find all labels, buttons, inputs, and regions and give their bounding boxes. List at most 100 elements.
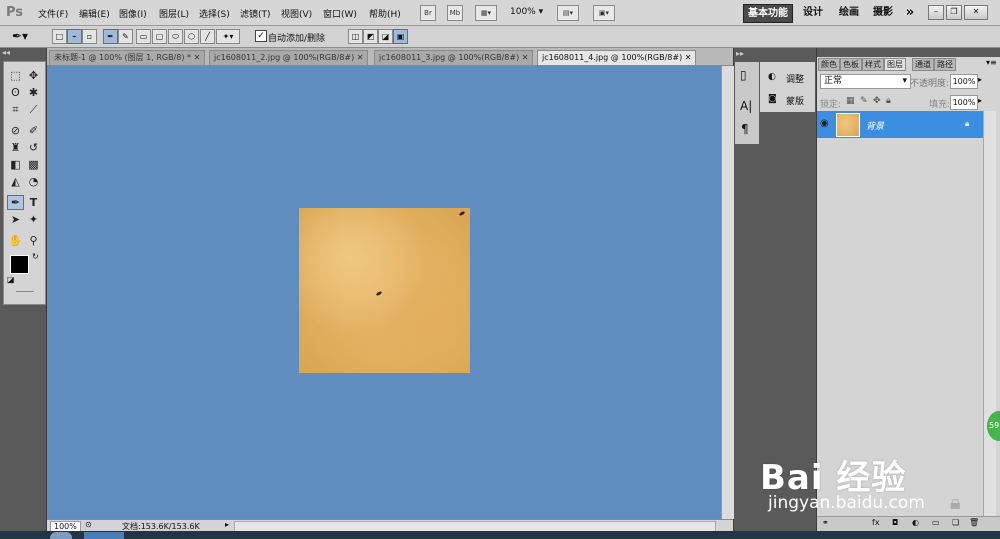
zoom-level-dropdown[interactable]: 100% ▾ xyxy=(510,7,543,17)
workspace-painting[interactable]: 绘画 xyxy=(834,4,864,21)
gradient-tool-icon[interactable]: ▩ xyxy=(25,157,42,172)
doc-tab-jc1608011-2[interactable]: jc1608011_2.jpg @ 100%(RGB/8#) ✕ xyxy=(209,50,369,65)
lock-all-icon[interactable]: 🔒︎ xyxy=(886,96,891,106)
auto-add-delete-checkbox[interactable]: ✓ xyxy=(255,30,267,42)
screen-mode-button[interactable]: ▣▾ xyxy=(593,5,615,21)
eraser-tool-icon[interactable]: ◧ xyxy=(7,157,24,172)
intersect-shapes-icon[interactable]: ◪ xyxy=(378,29,393,44)
lasso-tool-icon[interactable]: ʘ xyxy=(7,85,24,100)
menu-edit[interactable]: 编辑(E) xyxy=(79,7,110,20)
default-colors-icon[interactable]: ◪ xyxy=(7,275,15,284)
view-extras-button[interactable]: ▦▾ xyxy=(475,5,497,21)
subtract-shapes-icon[interactable]: ◩ xyxy=(363,29,378,44)
eyedropper-tool-icon[interactable]: ⟋ xyxy=(25,102,42,117)
arrange-documents-button[interactable]: ▤▾ xyxy=(557,5,579,21)
opacity-input[interactable]: 100% xyxy=(950,74,978,89)
menu-layer[interactable]: 图层(L) xyxy=(159,7,189,20)
tab-layers[interactable]: 图层 xyxy=(884,58,906,71)
rectangle-icon[interactable]: ▭ xyxy=(136,29,151,44)
panel-menu-icon[interactable]: ▾≡ xyxy=(986,58,997,67)
doc-tab-jc1608011-4[interactable]: jc1608011_4.jpg @ 100%(RGB/8#) ✕ xyxy=(537,50,697,65)
add-mask-icon[interactable]: ◘ xyxy=(892,518,898,527)
close-tab-icon[interactable]: ✕ xyxy=(522,53,529,62)
hand-tool-icon[interactable]: ✋ xyxy=(7,233,24,248)
workspace-design[interactable]: 设计 xyxy=(798,4,828,21)
workspace-photography[interactable]: 摄影 xyxy=(868,4,898,21)
custom-shape-icon[interactable]: ✦▾ xyxy=(216,29,240,44)
marquee-tool-icon[interactable]: ⬚ xyxy=(7,68,24,83)
clone-stamp-tool-icon[interactable]: ♜ xyxy=(7,140,24,155)
menu-filter[interactable]: 滤镜(T) xyxy=(240,7,271,20)
paragraph-panel-icon[interactable]: ¶ xyxy=(741,122,749,136)
blend-mode-dropdown[interactable]: 正常 ▾ xyxy=(820,74,911,89)
close-tab-icon[interactable]: ✕ xyxy=(194,53,201,62)
masks-label[interactable]: 蒙版 xyxy=(786,94,804,107)
history-panel-icon[interactable]: ▯ xyxy=(740,68,747,82)
collapse-tools-icon[interactable]: ◂◂ xyxy=(2,48,10,57)
foreground-color-swatch[interactable] xyxy=(10,255,29,274)
masks-icon[interactable]: ◙ xyxy=(768,94,777,104)
magic-wand-tool-icon[interactable]: ✱ xyxy=(25,85,42,100)
lock-image-icon[interactable]: ✎ xyxy=(860,96,868,106)
tab-swatches[interactable]: 色板 xyxy=(840,58,862,71)
expand-dock-icon[interactable]: ▸▸ xyxy=(736,49,744,58)
fill-slider-arrow-icon[interactable]: ▸ xyxy=(978,96,982,105)
blur-tool-icon[interactable]: ◭ xyxy=(7,174,24,189)
pen-tool-preset-icon[interactable]: ✒▾ xyxy=(12,29,28,43)
healing-brush-tool-icon[interactable]: ⊘ xyxy=(7,123,24,138)
ellipse-icon[interactable]: ⬭ xyxy=(168,29,183,44)
tab-paths[interactable]: 路径 xyxy=(934,58,956,71)
link-layers-icon[interactable]: ⚭ xyxy=(822,518,829,527)
doc-tab-untitled[interactable]: 未标题-1 @ 100% (图层 1, RGB/8) * ✕ xyxy=(49,50,206,65)
crop-tool-icon[interactable]: ⌗ xyxy=(7,102,24,117)
trash-icon[interactable]: 🗑︎ xyxy=(969,518,979,527)
workspace-essentials[interactable]: 基本功能 xyxy=(743,4,793,23)
path-selection-tool-icon[interactable]: ➤ xyxy=(7,212,24,227)
line-icon[interactable]: ╱ xyxy=(200,29,215,44)
type-tool-icon[interactable]: T xyxy=(25,195,42,210)
eye-icon[interactable]: ◉ xyxy=(820,118,829,129)
combine-shapes-icon[interactable]: ◫ xyxy=(348,29,363,44)
freeform-pen-icon[interactable]: ✎ xyxy=(118,29,133,44)
paths-mode-icon[interactable]: ⌁ xyxy=(67,29,82,44)
doc-tab-jc1608011-3[interactable]: jc1608011_3.jpg @ 100%(RGB/8#) ✕ xyxy=(374,50,534,65)
shape-layers-icon[interactable]: □ xyxy=(52,29,67,44)
exclude-shapes-icon[interactable]: ▣ xyxy=(393,29,408,44)
swap-colors-icon[interactable]: ↻ xyxy=(32,252,39,261)
dodge-tool-icon[interactable]: ◔ xyxy=(25,174,42,189)
layer-name[interactable]: 背景 xyxy=(866,119,884,132)
menu-select[interactable]: 选择(S) xyxy=(199,7,230,20)
fill-pixels-icon[interactable]: ▫ xyxy=(82,29,97,44)
adjustments-icon[interactable]: ◐ xyxy=(768,72,776,82)
history-brush-tool-icon[interactable]: ↺ xyxy=(25,140,42,155)
close-button[interactable]: ✕ xyxy=(964,5,988,20)
fill-input[interactable]: 100% xyxy=(950,95,978,110)
adjustment-layer-icon[interactable]: ◐ xyxy=(912,518,919,527)
close-tab-icon[interactable]: ✕ xyxy=(357,53,364,62)
close-tab-icon[interactable]: ✕ xyxy=(685,53,692,62)
menu-view[interactable]: 视图(V) xyxy=(281,7,312,20)
zoom-tool-icon[interactable]: ⚲ xyxy=(25,233,42,248)
document-canvas[interactable] xyxy=(47,66,721,519)
menu-file[interactable]: 文件(F) xyxy=(38,7,68,20)
character-panel-icon[interactable]: A| xyxy=(740,99,752,113)
menu-help[interactable]: 帮助(H) xyxy=(369,7,401,20)
tab-styles[interactable]: 样式 xyxy=(862,58,884,71)
taskbar-app-photoshop[interactable] xyxy=(84,532,124,539)
pen-tool-icon[interactable]: ✒ xyxy=(7,195,24,210)
bridge-button[interactable]: Br xyxy=(420,5,436,21)
lock-transparent-icon[interactable]: ▦ xyxy=(846,96,855,106)
fx-icon[interactable]: fx xyxy=(872,518,880,527)
menu-image[interactable]: 图像(I) xyxy=(119,7,147,20)
tab-channels[interactable]: 通道 xyxy=(912,58,934,71)
brush-tool-icon[interactable]: ✐ xyxy=(25,123,42,138)
vertical-scrollbar[interactable] xyxy=(721,66,734,519)
start-button[interactable] xyxy=(50,532,72,539)
menu-window[interactable]: 窗口(W) xyxy=(323,7,357,20)
new-group-icon[interactable]: ▭ xyxy=(932,518,940,527)
restore-button[interactable]: ❐ xyxy=(946,5,962,20)
layers-scrollbar[interactable] xyxy=(983,111,996,516)
move-tool-icon[interactable]: ✥ xyxy=(25,68,42,83)
new-layer-icon[interactable]: ❏ xyxy=(952,518,959,527)
more-workspaces-button[interactable]: » xyxy=(901,4,919,21)
